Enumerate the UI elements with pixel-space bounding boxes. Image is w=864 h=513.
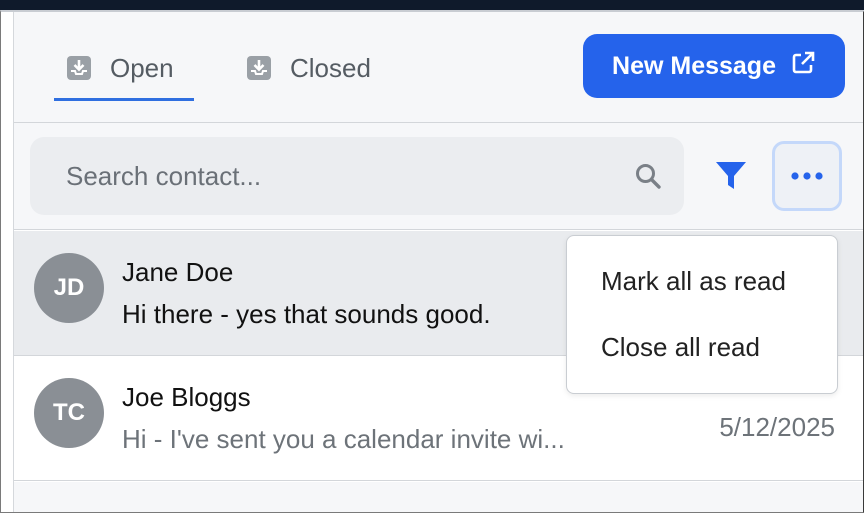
new-message-button[interactable]: New Message [583,34,845,98]
new-message-label: New Message [612,51,776,80]
tab-open[interactable]: Open [66,48,174,88]
more-options-button[interactable] [772,141,842,211]
filter-icon[interactable] [714,159,748,198]
list-footer [14,482,863,512]
contact-name: Joe Bloggs [122,382,251,412]
tab-open-label: Open [110,52,174,83]
external-link-icon [790,50,816,83]
tab-closed-label: Closed [290,52,371,83]
menu-item-mark-all-read[interactable]: Mark all as read [601,266,786,297]
search-toolbar [14,123,863,230]
avatar: JD [34,253,104,323]
active-tab-indicator [54,98,194,101]
message-preview: Hi there - yes that sounds good. [122,299,491,329]
inbox-panel: Open Closed New Message Search contact..… [0,10,864,513]
contact-name: Jane Doe [122,257,234,287]
message-date: 5/12/2025 [719,412,835,442]
search-input[interactable] [30,137,684,215]
message-preview: Hi - I've sent you a calendar invite wi.… [122,424,565,454]
more-horizontal-icon [790,169,824,184]
avatar: TC [34,378,104,448]
search-icon[interactable] [634,162,662,195]
inbox-header: Open Closed New Message [14,12,863,123]
inbox-download-icon [246,55,272,81]
more-options-menu: Mark all as read Close all read [566,235,838,394]
tab-closed[interactable]: Closed [246,48,371,88]
inbox-download-icon [66,55,92,81]
menu-item-close-all-read[interactable]: Close all read [601,332,760,363]
search-box [30,137,684,215]
